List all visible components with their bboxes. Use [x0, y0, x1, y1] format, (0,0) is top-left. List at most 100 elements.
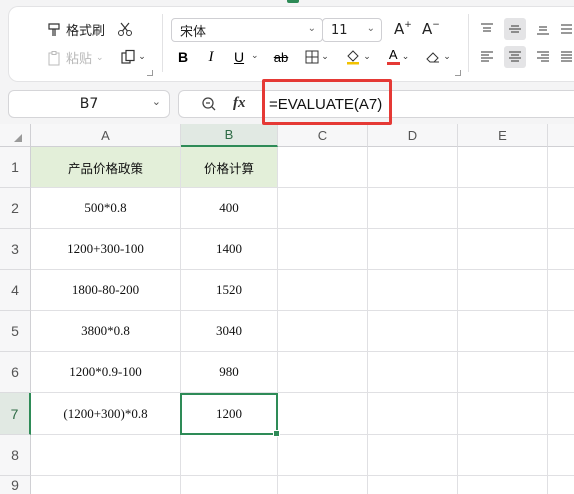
font-name-select[interactable]: 宋体 ⌄ [171, 18, 323, 42]
font-color-button[interactable]: A ⌄ [382, 46, 414, 68]
row-header-9[interactable]: 9 [0, 476, 31, 494]
fill-color-button[interactable]: ⌄ [342, 46, 374, 68]
row-header-5[interactable]: 5 [0, 311, 31, 352]
align-center-button[interactable] [504, 46, 526, 68]
cell-f6[interactable] [548, 352, 574, 393]
cell-e5[interactable] [458, 311, 548, 352]
column-header-d[interactable]: D [368, 124, 458, 147]
cell-c3[interactable] [278, 229, 368, 270]
name-box[interactable]: B7 ⌄ [8, 90, 170, 118]
column-header-b[interactable]: B [181, 124, 278, 147]
cell-a7[interactable]: (1200+300)*0.8 [31, 393, 181, 435]
cell-c9[interactable] [278, 476, 368, 494]
strikethrough-button[interactable]: ab [270, 46, 292, 68]
increase-font-button[interactable]: A + [394, 20, 412, 38]
cell-c7[interactable] [278, 393, 368, 435]
clipboard-dialog-launcher[interactable] [147, 70, 153, 76]
borders-button[interactable]: ⌄ [302, 46, 332, 68]
row-header-6[interactable]: 6 [0, 352, 31, 393]
cell-d4[interactable] [368, 270, 458, 311]
cell-a4[interactable]: 1800-80-200 [31, 270, 181, 311]
cell-b2[interactable]: 400 [181, 188, 278, 229]
align-top-button[interactable] [476, 18, 498, 40]
cell-c6[interactable] [278, 352, 368, 393]
cell-e3[interactable] [458, 229, 548, 270]
column-header-c[interactable]: C [278, 124, 368, 147]
cell-f5[interactable] [548, 311, 574, 352]
cell-e4[interactable] [458, 270, 548, 311]
cell-d6[interactable] [368, 352, 458, 393]
cell-b5[interactable]: 3040 [181, 311, 278, 352]
cell-e1[interactable] [458, 147, 548, 188]
fill-handle[interactable] [273, 430, 280, 437]
cell-d9[interactable] [368, 476, 458, 494]
select-all-button[interactable] [0, 124, 31, 147]
row-header-2[interactable]: 2 [0, 188, 31, 229]
cell-c1[interactable] [278, 147, 368, 188]
cell-b3[interactable]: 1400 [181, 229, 278, 270]
cell-c2[interactable] [278, 188, 368, 229]
italic-button[interactable]: I [200, 46, 222, 68]
cell-f8[interactable] [548, 435, 574, 476]
paste-button[interactable]: 粘贴 ⌄ [46, 48, 104, 67]
column-header-f[interactable] [548, 124, 574, 147]
cell-c8[interactable] [278, 435, 368, 476]
cell-f3[interactable] [548, 229, 574, 270]
cell-e9[interactable] [458, 476, 548, 494]
font-size-select[interactable]: 11 ⌄ [322, 18, 382, 42]
cell-d7[interactable] [368, 393, 458, 435]
cell-e2[interactable] [458, 188, 548, 229]
cell-a2[interactable]: 500*0.8 [31, 188, 181, 229]
format-painter-button[interactable]: 格式刷 [46, 20, 105, 39]
cell-b8[interactable] [181, 435, 278, 476]
chevron-down-icon[interactable]: ⌄ [251, 51, 259, 61]
cell-a8[interactable] [31, 435, 181, 476]
row-header-7[interactable]: 7 [0, 393, 31, 435]
align-left-button[interactable] [476, 46, 498, 68]
cell-f2[interactable] [548, 188, 574, 229]
cell-e6[interactable] [458, 352, 548, 393]
cell-a1[interactable]: 产品价格政策 [31, 147, 181, 188]
align-right-button[interactable] [532, 46, 554, 68]
cell-c4[interactable] [278, 270, 368, 311]
cell-d5[interactable] [368, 311, 458, 352]
cell-d8[interactable] [368, 435, 458, 476]
cell-f9[interactable] [548, 476, 574, 494]
cell-b4[interactable]: 1520 [181, 270, 278, 311]
cell-d3[interactable] [368, 229, 458, 270]
column-header-a[interactable]: A [31, 124, 181, 147]
cell-a9[interactable] [31, 476, 181, 494]
underline-button[interactable]: U [228, 46, 250, 68]
zoom-formula-button[interactable] [201, 96, 217, 116]
row-header-1[interactable]: 1 [0, 147, 31, 188]
decrease-font-button[interactable]: A − [422, 20, 440, 38]
align-middle-button[interactable] [504, 18, 526, 40]
distribute-button[interactable] [558, 46, 574, 68]
column-header-e[interactable]: E [458, 124, 548, 147]
cell-a5[interactable]: 3800*0.8 [31, 311, 181, 352]
cell-b6[interactable]: 980 [181, 352, 278, 393]
cell-b9[interactable] [181, 476, 278, 494]
bold-button[interactable]: B [172, 46, 194, 68]
cell-b1[interactable]: 价格计算 [181, 147, 278, 188]
insert-function-button[interactable]: fx [233, 95, 246, 112]
cell-e7[interactable] [458, 393, 548, 435]
cell-a3[interactable]: 1200+300-100 [31, 229, 181, 270]
cell-c5[interactable] [278, 311, 368, 352]
cell-f1[interactable] [548, 147, 574, 188]
row-header-3[interactable]: 3 [0, 229, 31, 270]
copy-button[interactable]: ⌄ [118, 46, 148, 68]
cell-d2[interactable] [368, 188, 458, 229]
cell-f7[interactable] [548, 393, 574, 435]
cell-d1[interactable] [368, 147, 458, 188]
cell-a6[interactable]: 1200*0.9-100 [31, 352, 181, 393]
font-dialog-launcher[interactable] [455, 70, 461, 76]
align-extra-button[interactable] [558, 18, 574, 40]
row-header-8[interactable]: 8 [0, 435, 31, 476]
align-bottom-button[interactable] [532, 18, 554, 40]
clear-format-button[interactable]: ⌄ [422, 46, 454, 68]
cut-button[interactable] [114, 18, 136, 40]
cell-f4[interactable] [548, 270, 574, 311]
cell-e8[interactable] [458, 435, 548, 476]
row-header-4[interactable]: 4 [0, 270, 31, 311]
